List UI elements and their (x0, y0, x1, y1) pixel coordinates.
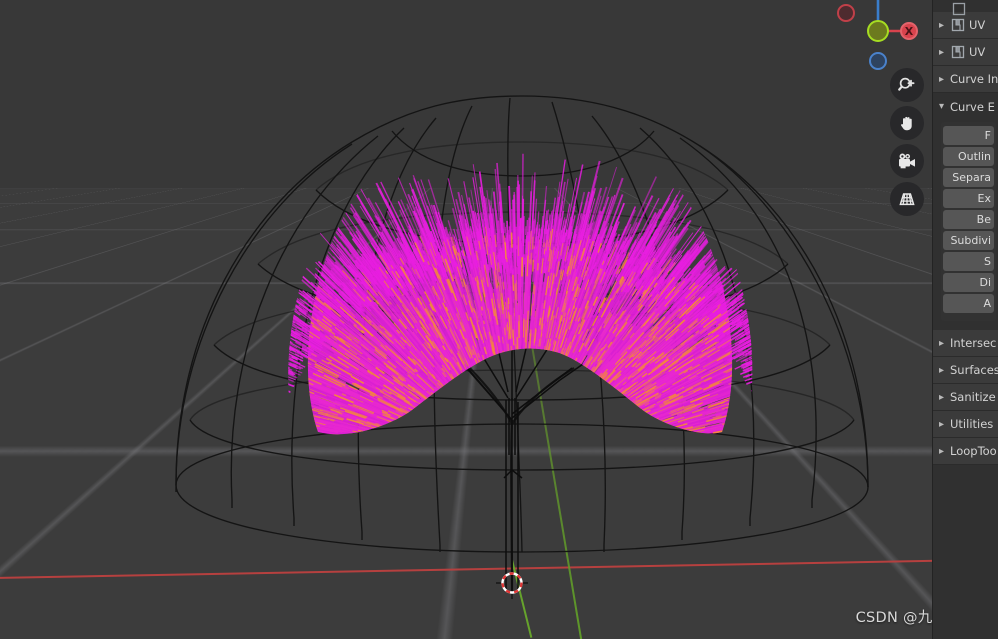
sidebar-panel-utilities-label: Utilities (950, 417, 994, 431)
sidebar-panel-curve-edit-label: Curve E (950, 99, 995, 114)
chevron-right-icon: ▸ (939, 418, 945, 430)
curve-op-simplify[interactable]: S (943, 252, 994, 271)
sidebar-panel-uv-1[interactable]: ▸ UV (933, 12, 998, 39)
chevron-right-icon: ▸ (939, 337, 945, 349)
camera-view-button[interactable] (890, 144, 924, 178)
grid-perspective-icon (899, 193, 915, 206)
navigation-gizmo[interactable]: Z X (832, 0, 928, 78)
sidebar-panel-looptools[interactable]: ▸ LoopToo (933, 438, 998, 465)
gizmo-ball-x-pos[interactable]: X (900, 22, 918, 40)
sidebar-panel-utilities[interactable]: ▸ Utilities (933, 411, 998, 438)
hand-icon (901, 116, 912, 131)
viewport-nav-buttons (890, 68, 924, 220)
curve-op-extrude[interactable]: Ex (943, 189, 994, 208)
gizmo-ball-z-neg[interactable] (869, 52, 887, 70)
curve-op-fillet[interactable]: F (943, 126, 994, 145)
chevron-right-icon: ▸ (939, 73, 945, 85)
curve-op-separate[interactable]: Separa (943, 168, 994, 187)
sidebar-panel-top-cut[interactable] (933, 0, 998, 16)
sidebar-panel-curve-edit[interactable]: ▾ Curve E (933, 93, 998, 120)
viewport-3d[interactable]: Z X (0, 0, 998, 639)
zoom-view-button[interactable] (890, 68, 924, 102)
gizmo-ball-x-neg[interactable] (837, 4, 855, 22)
curve-op-array[interactable]: A (943, 294, 994, 313)
curve-edit-panel-body: F Outlin Separa Ex Be Subdivi S Di A (941, 122, 996, 321)
sidebar-panel-surfaces-label: Surfaces (950, 363, 998, 377)
chevron-right-icon: ▸ (939, 46, 945, 58)
sidebar-panel-looptools-label: LoopToo (950, 444, 997, 458)
cursor-3d (496, 567, 528, 599)
sidebar-panel-intersect[interactable]: ▸ Intersec (933, 330, 998, 357)
curve-op-discretize[interactable]: Di (943, 273, 994, 292)
sidebar-panel-uv-1-label: UV (969, 18, 986, 32)
toggle-projection-button[interactable] (890, 182, 924, 216)
chevron-right-icon: ▸ (939, 364, 945, 376)
uv-icon (951, 45, 965, 59)
sidebar-panel-curve-info[interactable]: ▸ Curve In (933, 66, 998, 93)
sidebar-panel-sanitize[interactable]: ▸ Sanitize (933, 384, 998, 411)
chevron-right-icon: ▸ (939, 445, 945, 457)
chevron-down-icon: ▾ (939, 101, 945, 112)
uv-icon (951, 18, 965, 32)
gizmo-ball-y-pos[interactable] (867, 20, 889, 42)
sidebar-panel-curve-info-label: Curve In (950, 72, 998, 86)
pan-view-button[interactable] (890, 106, 924, 140)
sidebar-panel-sanitize-label: Sanitize (950, 390, 996, 404)
gizmo-label-x: X (904, 24, 914, 38)
sidebar-panel-intersect-label: Intersec (950, 336, 997, 350)
sidebar-panel-uv-2[interactable]: ▸ UV (933, 39, 998, 66)
curve-op-outline[interactable]: Outlin (943, 147, 994, 166)
sidebar-panel-surfaces[interactable]: ▸ Surfaces (933, 357, 998, 384)
curve-op-bevel[interactable]: Be (943, 210, 994, 229)
magnifier-plus-icon (898, 77, 915, 91)
chevron-right-icon: ▸ (939, 19, 945, 31)
chevron-right-icon: ▸ (939, 391, 945, 403)
uv-icon (952, 2, 966, 16)
properties-sidebar[interactable]: ▸ UV ▸ UV ▸ Curve In ▾ Curve E F Outlin … (932, 0, 998, 639)
camera-icon (898, 153, 915, 168)
blender-window: Z X (0, 0, 998, 639)
curve-op-subdivide[interactable]: Subdivi (943, 231, 994, 250)
sidebar-panel-uv-2-label: UV (969, 45, 986, 59)
